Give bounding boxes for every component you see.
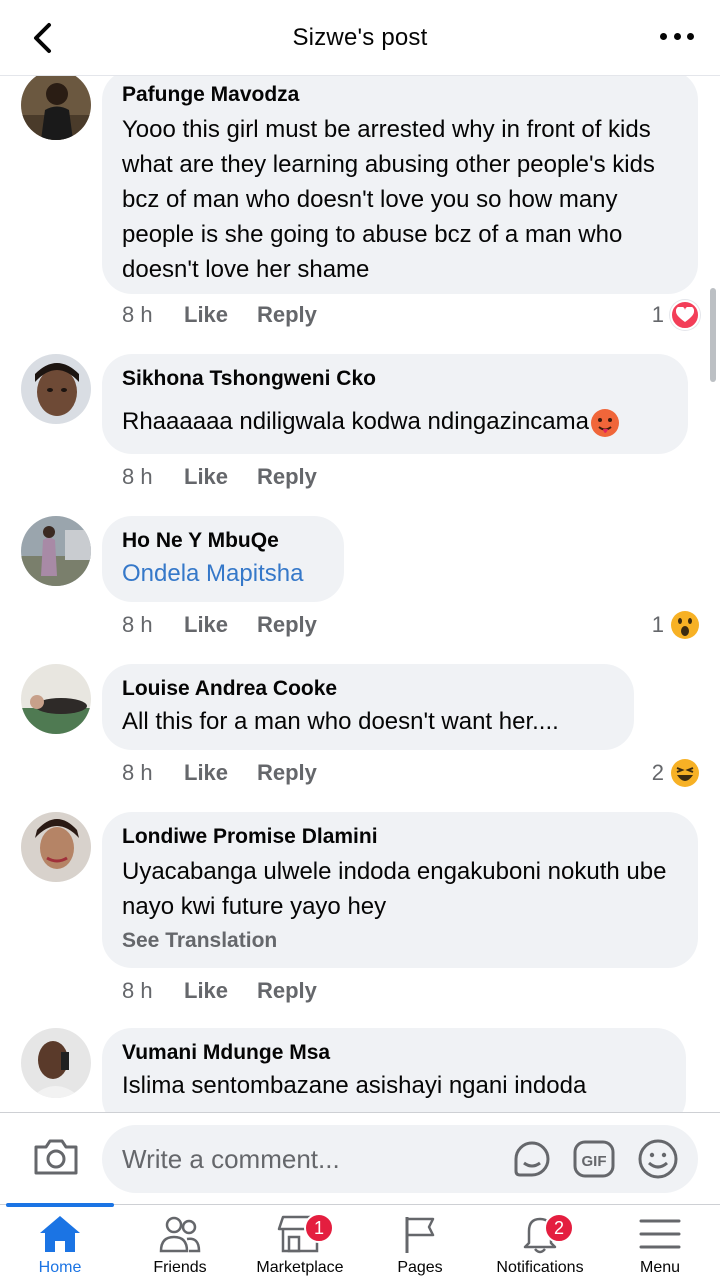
comment-actions: 8 h Like Reply [122, 758, 317, 788]
haha-reaction-icon [670, 758, 700, 788]
comment-text: Islima sentombazane asishayi ngani indod… [122, 1072, 587, 1099]
tab-marketplace[interactable]: 1 Marketplace [240, 1205, 360, 1280]
chevron-left-icon [34, 23, 51, 53]
comment-actions: 8 h Like Reply [122, 610, 317, 640]
reply-button[interactable]: Reply [257, 464, 317, 490]
gif-icon: GIF [573, 1140, 615, 1178]
comment-author[interactable]: Londiwe Promise Dlamini [122, 824, 678, 850]
comment-text: Yooo this girl must be arrested why in f… [122, 116, 655, 283]
comment-actions: 8 h Like Reply [122, 462, 317, 492]
like-button[interactable]: Like [184, 464, 257, 490]
comment-author[interactable]: Ho Ne Y MbuQe [122, 528, 324, 554]
comment-bubble[interactable]: Sikhona Tshongweni Cko Rhaaaaaa ndiligwa… [102, 354, 688, 454]
comment-time[interactable]: 8 h [122, 760, 184, 786]
gif-button[interactable]: GIF [572, 1137, 616, 1181]
avatar[interactable] [21, 76, 91, 140]
tab-menu[interactable]: Menu [600, 1205, 720, 1280]
reaction-count: 1 [651, 302, 664, 327]
comment-composer: Write a comment... GIF [0, 1112, 720, 1204]
more-dot-icon [687, 32, 694, 40]
reply-button[interactable]: Reply [257, 760, 317, 786]
marketplace-badge: 1 [304, 1213, 334, 1243]
see-translation-link[interactable]: See Translation [122, 926, 678, 956]
emoji-button[interactable] [636, 1137, 680, 1181]
love-reaction-icon [670, 300, 700, 330]
hamburger-menu-icon [639, 1219, 681, 1249]
comment-author[interactable]: Pafunge Mavodza [122, 82, 678, 108]
scrollbar[interactable] [710, 288, 716, 382]
reaction-summary[interactable]: 1 [652, 300, 700, 330]
pages-flag-icon [405, 1217, 435, 1253]
avatar[interactable] [21, 1028, 91, 1098]
reaction-summary[interactable]: 1 [652, 610, 700, 640]
tab-home[interactable]: Home [0, 1205, 120, 1280]
hot-face-emoji-icon [590, 408, 620, 438]
tab-label: Notifications [496, 1259, 584, 1276]
tab-label: Menu [639, 1259, 681, 1276]
like-button[interactable]: Like [184, 760, 257, 786]
reply-button[interactable]: Reply [257, 612, 317, 638]
like-button[interactable]: Like [184, 978, 257, 1004]
tab-label: Marketplace [256, 1259, 344, 1276]
home-icon [40, 1216, 80, 1252]
comment-author[interactable]: Louise Andrea Cooke [122, 676, 614, 702]
comment-bubble[interactable]: Londiwe Promise Dlamini Uyacabanga ulwel… [102, 812, 698, 968]
reaction-count: 1 [651, 612, 664, 637]
tab-label: Friends [153, 1259, 207, 1276]
more-options-button[interactable] [660, 24, 694, 48]
comment-time[interactable]: 8 h [122, 464, 184, 490]
more-dot-icon [660, 32, 667, 40]
reply-button[interactable]: Reply [257, 978, 317, 1004]
comments-list: Pafunge Mavodza Yooo this girl must be a… [0, 76, 720, 1112]
like-button[interactable]: Like [184, 612, 257, 638]
notifications-badge: 2 [544, 1213, 574, 1243]
reply-button[interactable]: Reply [257, 302, 317, 328]
comment-input-placeholder: Write a comment... [122, 1143, 340, 1174]
back-button[interactable] [22, 18, 62, 58]
avatar[interactable] [21, 516, 91, 586]
like-button[interactable]: Like [184, 302, 257, 328]
comment-actions: 8 h Like Reply [122, 976, 317, 1006]
comment-author[interactable]: Sikhona Tshongweni Cko [122, 366, 668, 392]
svg-text:GIF: GIF [582, 1153, 607, 1170]
smiley-icon [638, 1139, 678, 1179]
comment-bubble[interactable]: Louise Andrea Cooke All this for a man w… [102, 664, 634, 750]
bottom-nav: Home Friends 1 Marketplace Pages 2 Notif… [0, 1203, 720, 1280]
comment-bubble[interactable]: Ho Ne Y MbuQe Ondela Mapitsha [102, 516, 344, 602]
comment-author[interactable]: Vumani Mdunge Msa [122, 1040, 666, 1066]
comment-time[interactable]: 8 h [122, 612, 184, 638]
comment-text-content: Rhaaaaaa ndiligwala kodwa ndingazincama [122, 408, 589, 435]
reaction-summary[interactable]: 2 [652, 758, 700, 788]
comment-bubble[interactable]: Pafunge Mavodza Yooo this girl must be a… [102, 76, 698, 294]
avatar[interactable] [21, 812, 91, 882]
sticker-button[interactable] [510, 1137, 554, 1181]
tab-label: Pages [397, 1259, 443, 1276]
comment-actions: 8 h Like Reply [122, 300, 317, 330]
top-bar: Sizwe's post [0, 0, 720, 76]
tab-friends[interactable]: Friends [120, 1205, 240, 1280]
comment-bubble[interactable]: Vumani Mdunge Msa Islima sentombazane as… [102, 1028, 686, 1112]
wow-reaction-icon [670, 610, 700, 640]
tab-pages[interactable]: Pages [360, 1205, 480, 1280]
avatar[interactable] [21, 354, 91, 424]
tab-label: Home [38, 1259, 82, 1276]
mentioned-name-link[interactable]: Ondela Mapitsha [122, 556, 324, 591]
tab-notifications[interactable]: 2 Notifications [480, 1205, 600, 1280]
more-dot-icon [673, 32, 681, 40]
comment-text: All this for a man who doesn't want her.… [122, 708, 559, 735]
comment-text: Uyacabanga ulwele indoda engakuboni noku… [122, 858, 667, 920]
camera-icon [34, 1139, 78, 1175]
page-title: Sizwe's post [292, 23, 428, 51]
sticker-icon [514, 1141, 550, 1177]
avatar[interactable] [21, 664, 91, 734]
comment-time[interactable]: 8 h [122, 978, 184, 1004]
comment-time[interactable]: 8 h [122, 302, 184, 328]
camera-button[interactable] [32, 1137, 80, 1183]
friends-icon [159, 1216, 201, 1253]
reaction-count: 2 [651, 760, 664, 785]
comment-text: Rhaaaaaa ndiligwala kodwa ndingazincama [122, 404, 668, 439]
